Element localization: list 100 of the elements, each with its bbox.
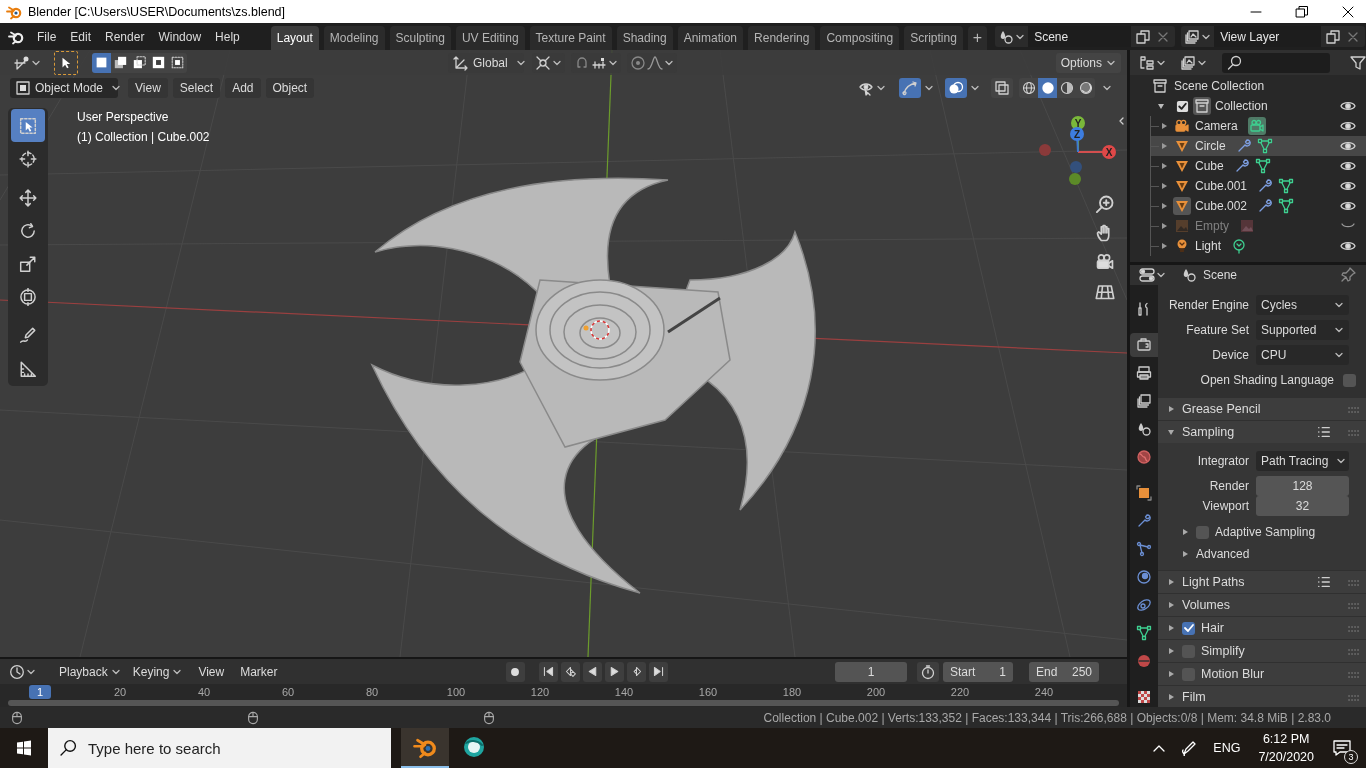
outliner-row[interactable]: Empty <box>1151 216 1366 236</box>
workspace-tab[interactable]: Rendering <box>748 26 816 50</box>
panel-title: Film <box>1182 690 1206 704</box>
menu-item[interactable]: Window <box>151 29 209 44</box>
search-field[interactable]: Type here to search <box>48 728 391 768</box>
outliner-row[interactable]: Camera <box>1151 116 1366 136</box>
add-workspace-button[interactable]: + <box>967 26 988 50</box>
panel-header[interactable]: Light Paths <box>1158 571 1366 593</box>
menu-item[interactable]: Help <box>208 29 247 44</box>
panel-title: Grease Pencil <box>1182 402 1261 416</box>
outliner-row[interactable]: Collection <box>1130 96 1366 116</box>
workspace-tab[interactable]: Layout <box>270 26 319 50</box>
object-name: Cube.002 <box>1195 199 1248 213</box>
panel-header[interactable]: Simplify <box>1158 640 1366 662</box>
frame-number: 20 <box>112 686 128 698</box>
panel-header[interactable]: Film <box>1158 686 1366 707</box>
dropdown-field[interactable]: CPU <box>1256 345 1349 365</box>
menu-item[interactable]: Render <box>98 29 152 44</box>
navigation-gizmo[interactable]: X Y Z <box>1035 113 1120 188</box>
workspace-tab[interactable]: Texture Paint <box>529 26 612 50</box>
frame-number: 60 <box>280 686 296 698</box>
options-dropdown[interactable]: Options <box>1055 52 1121 73</box>
workspace-tab[interactable]: Animation <box>677 26 744 50</box>
clock[interactable]: 6:12 PM 7/20/2020 <box>1258 730 1314 766</box>
number-field[interactable]: 128 <box>1256 476 1349 496</box>
status-text: Collection | Cube.002 | Verts:133,352 | Faces:133,344 | Tris:266,688 | Objects:0/8 | Mem: 34.8 MiB | 2.83.0 <box>763 710 1331 725</box>
field-label: Device <box>1211 348 1250 362</box>
menu-item[interactable]: Edit <box>63 29 99 44</box>
current-frame-field[interactable]: 1 <box>835 661 907 682</box>
dropdown-field[interactable]: Path Tracing <box>1256 451 1349 471</box>
panel-title: Sampling <box>1182 425 1235 439</box>
subpanel-title: Adaptive Sampling <box>1215 525 1316 539</box>
dropdown-field[interactable]: Cycles <box>1256 295 1349 315</box>
workspace-tab[interactable]: Scripting <box>904 26 963 50</box>
collection-name: Collection <box>1215 99 1268 113</box>
start-frame-field[interactable]: Start 1 <box>943 661 1013 682</box>
panel-header[interactable]: Hair <box>1158 617 1366 639</box>
field-label: Feature Set <box>1185 323 1250 337</box>
end-frame-field[interactable]: End 250 <box>1029 661 1099 682</box>
field-label: Render Engine <box>1167 298 1250 312</box>
viewport-info-text: User Perspective <box>77 109 170 126</box>
field-label: Viewport <box>1201 499 1250 513</box>
number-field[interactable]: 32 <box>1256 496 1349 516</box>
menu-button[interactable]: Select <box>172 77 221 98</box>
panel-header[interactable]: Motion Blur <box>1158 663 1366 685</box>
workspace-tab[interactable]: Shading <box>616 26 673 50</box>
frame-number: 40 <box>196 686 212 698</box>
panel-title: Hair <box>1201 621 1224 635</box>
object-name: Circle <box>1195 139 1226 153</box>
frame-number: 140 <box>613 686 635 698</box>
menu-button[interactable]: View <box>192 661 231 682</box>
collection-name: Scene Collection <box>1174 79 1265 93</box>
frame-number: 120 <box>529 686 551 698</box>
axis-label: X <box>1105 146 1113 158</box>
panel-header[interactable]: Volumes <box>1158 594 1366 616</box>
frame-number: 180 <box>781 686 803 698</box>
menu-dropdown[interactable]: Playback <box>53 661 127 682</box>
menu-button[interactable]: Marker <box>234 661 284 682</box>
menu-button[interactable]: Object <box>265 77 315 98</box>
menu-dropdown[interactable]: Keying <box>126 661 189 682</box>
frame-number: 160 <box>697 686 719 698</box>
object-name: Camera <box>1195 119 1238 133</box>
outliner-row[interactable]: Light <box>1151 236 1366 256</box>
window-title: Blender [C:\Users\USER\Documents\zs.blend] <box>28 4 286 19</box>
panel-title: Light Paths <box>1182 575 1245 589</box>
mode-dropdown[interactable]: Object Mode <box>10 77 118 98</box>
context-title: Scene <box>1203 268 1238 282</box>
panel-header[interactable]: Grease Pencil <box>1158 398 1366 420</box>
scene-name-field[interactable]: Scene <box>1028 26 1132 47</box>
panel-title: Simplify <box>1201 644 1245 658</box>
subpanel-title: Advanced <box>1196 547 1250 561</box>
language-indicator[interactable]: ENG <box>1213 741 1241 755</box>
outliner-row[interactable]: Scene Collection <box>1130 76 1366 96</box>
object-name: Cube <box>1195 159 1224 173</box>
workspace-tab[interactable]: UV Editing <box>455 26 525 50</box>
workspace-tab[interactable]: Compositing <box>820 26 900 50</box>
workspace-tab[interactable]: Modeling <box>323 26 385 50</box>
menu-item[interactable]: File <box>30 29 64 44</box>
view-layer-name-field[interactable]: View Layer <box>1214 26 1322 47</box>
subpanel-header[interactable]: Adaptive Sampling <box>1158 522 1356 542</box>
frame-number: 200 <box>865 686 887 698</box>
outliner-row[interactable]: Circle <box>1151 136 1366 156</box>
outliner-row[interactable]: Cube.001 <box>1151 176 1366 196</box>
object-name: Empty <box>1195 219 1229 233</box>
frame-number: 100 <box>445 686 467 698</box>
workspace-tab[interactable]: Sculpting <box>389 26 451 50</box>
menu-button[interactable]: View <box>128 77 168 98</box>
checkbox-label: Open Shading Language <box>1200 373 1334 387</box>
axis-label: Z <box>1073 128 1081 140</box>
axis-label: Y <box>1074 117 1082 129</box>
menu-button[interactable]: Add <box>225 77 261 98</box>
notification-count: 3 <box>1344 750 1358 764</box>
current-frame-marker: 1 <box>29 685 51 699</box>
dropdown-field[interactable]: Supported <box>1256 320 1349 340</box>
field-label: Render <box>1208 479 1250 493</box>
panel-header[interactable]: Sampling <box>1158 421 1366 443</box>
subpanel-header[interactable]: Advanced <box>1158 544 1356 564</box>
panel-title: Motion Blur <box>1201 667 1265 681</box>
outliner-row[interactable]: Cube.002 <box>1151 196 1366 216</box>
outliner-row[interactable]: Cube <box>1151 156 1366 176</box>
